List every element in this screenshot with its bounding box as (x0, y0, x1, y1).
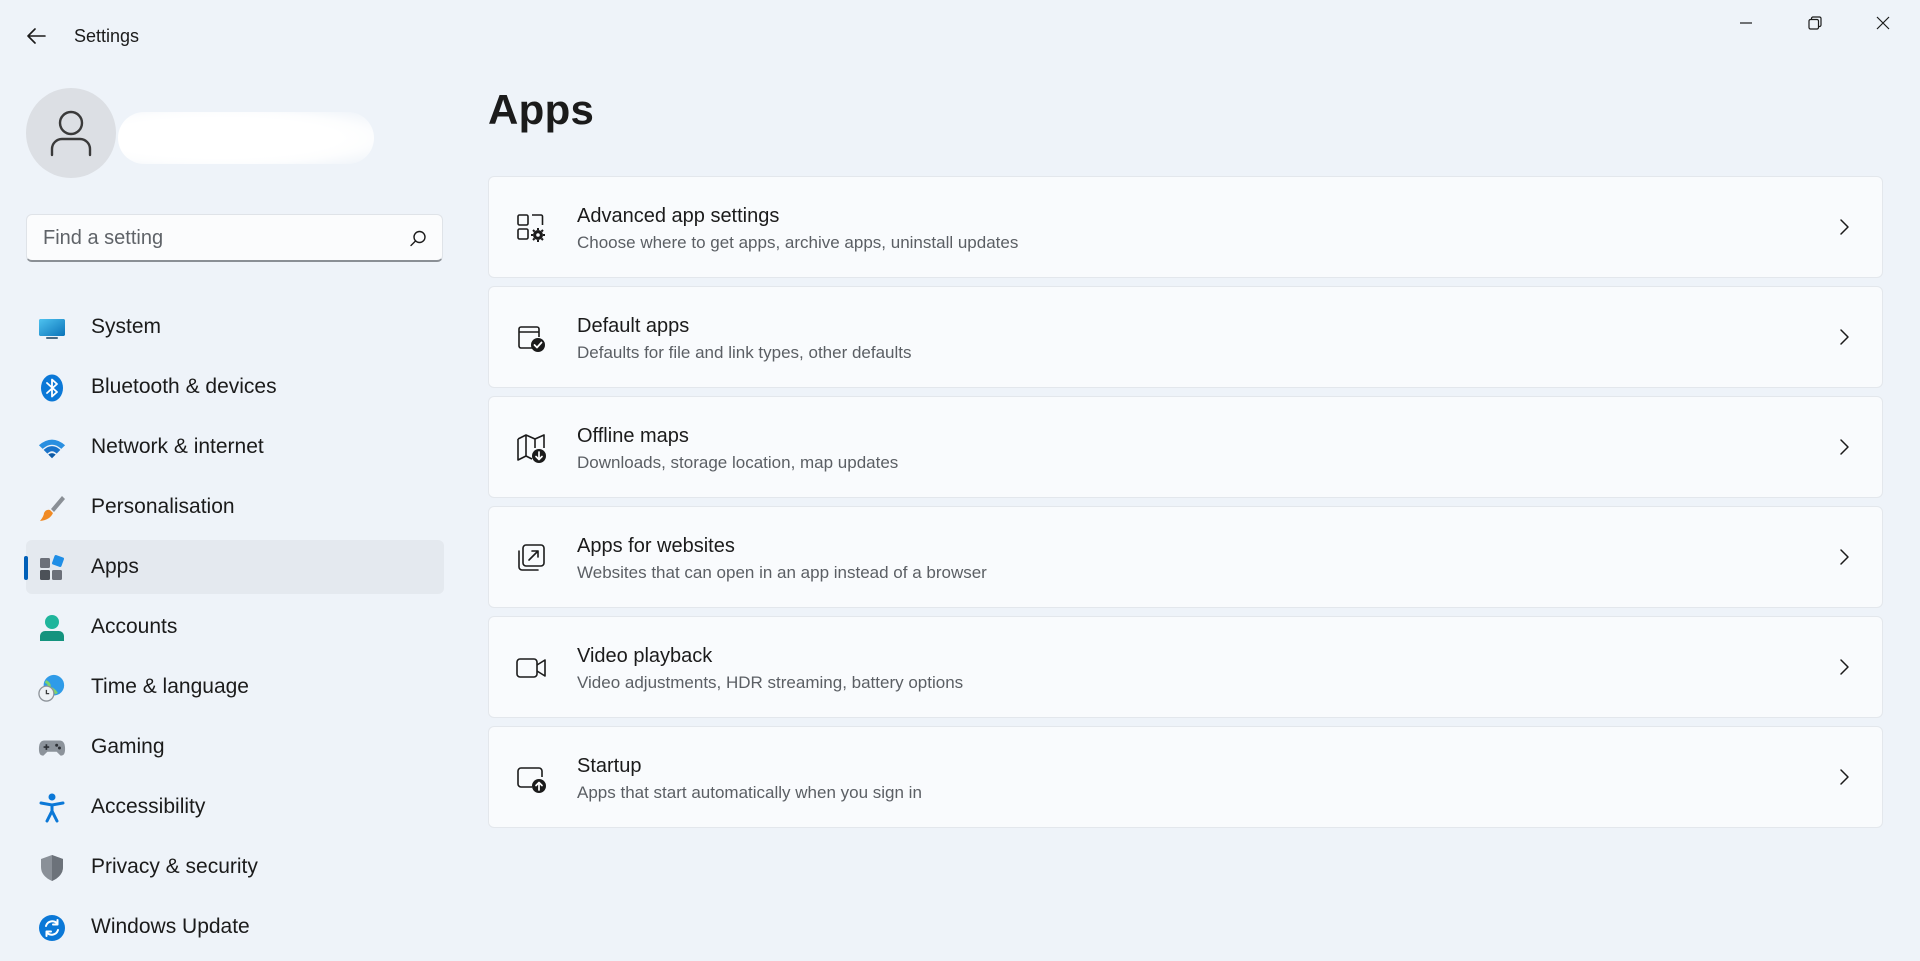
chevron-right-icon (1840, 769, 1849, 785)
close-button[interactable] (1849, 0, 1917, 46)
sidebar-item-label: Gaming (91, 735, 165, 758)
card-title: Apps for websites (577, 535, 735, 557)
card-description: Websites that can open in an app instead… (577, 563, 987, 582)
bluetooth-icon (38, 374, 66, 402)
close-icon (1876, 16, 1890, 30)
sidebar-item-label: Accounts (91, 615, 178, 638)
video-camera-icon (515, 652, 547, 684)
startup-icon (515, 762, 547, 794)
sidebar-item-label: System (91, 315, 162, 338)
card-offline-maps[interactable]: Offline maps Downloads, storage location… (488, 396, 1883, 498)
search-icon[interactable] (408, 229, 428, 249)
title-bar: Settings (0, 0, 1920, 72)
update-icon (38, 914, 66, 942)
card-description: Choose where to get apps, archive apps, … (577, 233, 1019, 252)
app-title: Settings (74, 26, 140, 46)
card-startup[interactable]: Startup Apps that start automatically wh… (488, 726, 1883, 828)
sidebar-item-privacy[interactable]: Privacy & security (26, 840, 444, 894)
avatar[interactable] (26, 88, 116, 178)
sidebar-item-apps[interactable]: Apps (24, 540, 444, 594)
sidebar-item-network[interactable]: Network & internet (26, 420, 444, 474)
card-title: Startup (577, 755, 642, 777)
accessibility-icon (38, 793, 66, 823)
settings-cards: Advanced app settings Choose where to ge… (488, 176, 1883, 836)
page-title: Apps (488, 86, 595, 133)
default-apps-icon (515, 322, 547, 354)
sidebar-item-label: Privacy & security (91, 855, 258, 878)
chevron-right-icon (1840, 659, 1849, 675)
restore-button[interactable] (1781, 0, 1849, 46)
brush-icon (38, 494, 66, 522)
sidebar-item-system[interactable]: System (26, 300, 444, 354)
globe-clock-icon (38, 674, 66, 702)
sidebar-item-label: Apps (91, 555, 139, 578)
card-description: Downloads, storage location, map updates (577, 453, 899, 472)
open-external-icon (515, 542, 547, 574)
card-title: Default apps (577, 315, 690, 337)
card-apps-for-websites[interactable]: Apps for websites Websites that can open… (488, 506, 1883, 608)
minimize-button[interactable] (1712, 0, 1780, 46)
user-profile[interactable] (26, 88, 374, 178)
chevron-right-icon (1840, 549, 1849, 565)
card-video-playback[interactable]: Video playback Video adjustments, HDR st… (488, 616, 1883, 718)
sidebar-item-accessibility[interactable]: Accessibility (26, 780, 444, 834)
sidebar-item-time-language[interactable]: Time & language (26, 660, 444, 714)
card-description: Apps that start automatically when you s… (577, 783, 922, 802)
search-input[interactable] (41, 215, 401, 261)
sidebar-item-label: Accessibility (91, 795, 206, 818)
card-advanced-app-settings[interactable]: Advanced app settings Choose where to ge… (488, 176, 1883, 278)
wifi-icon (38, 434, 66, 462)
back-button[interactable] (16, 18, 56, 54)
card-title: Advanced app settings (577, 205, 780, 227)
sidebar-item-label: Personalisation (91, 495, 235, 518)
sidebar-item-label: Windows Update (91, 915, 250, 938)
sidebar-item-windows-update[interactable]: Windows Update (26, 900, 444, 954)
chevron-right-icon (1840, 329, 1849, 345)
sidebar-item-label: Time & language (91, 675, 249, 698)
sidebar-item-gaming[interactable]: Gaming (26, 720, 444, 774)
offline-map-icon (515, 432, 547, 464)
sidebar-nav: System Bluetooth & devices Network & int… (24, 300, 444, 960)
sidebar-item-label: Bluetooth & devices (91, 375, 277, 398)
sidebar-item-label: Network & internet (91, 435, 264, 458)
card-description: Defaults for file and link types, other … (577, 343, 912, 362)
sidebar-item-bluetooth[interactable]: Bluetooth & devices (26, 360, 444, 414)
card-title: Offline maps (577, 425, 689, 447)
system-icon (38, 314, 66, 342)
accounts-icon (38, 614, 66, 642)
apps-icon (38, 554, 66, 582)
minimize-icon (1740, 22, 1752, 24)
search-box[interactable] (26, 214, 443, 262)
sidebar-item-personalisation[interactable]: Personalisation (26, 480, 444, 534)
maximize-icon (1808, 16, 1822, 30)
shield-icon (38, 854, 66, 882)
chevron-right-icon (1840, 439, 1849, 455)
app-settings-icon (515, 212, 547, 244)
card-title: Video playback (577, 645, 713, 667)
card-description: Video adjustments, HDR streaming, batter… (577, 673, 964, 692)
back-arrow-icon (27, 28, 46, 44)
redacted-user-name (118, 112, 374, 164)
gamepad-icon (38, 734, 66, 762)
chevron-right-icon (1840, 219, 1849, 235)
user-icon (50, 110, 92, 157)
card-default-apps[interactable]: Default apps Defaults for file and link … (488, 286, 1883, 388)
sidebar-item-accounts[interactable]: Accounts (26, 600, 444, 654)
